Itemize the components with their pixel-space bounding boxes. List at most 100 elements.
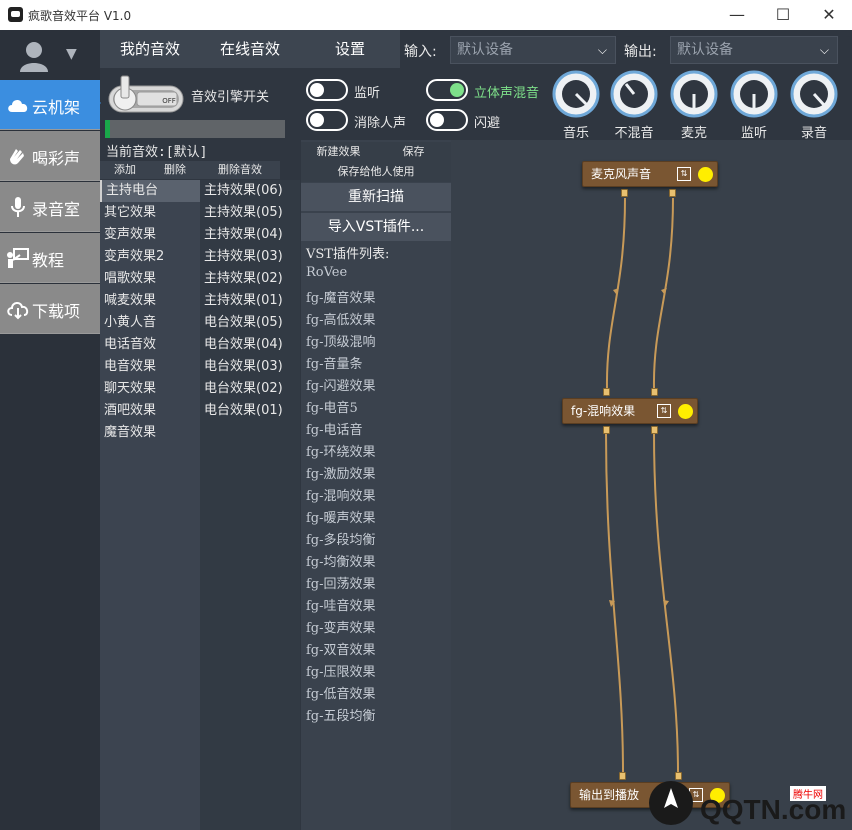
sidebar-item-downloads[interactable]: 下载项	[0, 284, 100, 334]
list-item[interactable]: fg-音量条	[306, 353, 363, 372]
graph-node-mic[interactable]: 麦克风声音 ⇅	[582, 161, 718, 187]
knob-monitor[interactable]: 监听	[726, 70, 782, 141]
tab-my-effects[interactable]: 我的音效	[100, 30, 200, 68]
list-item[interactable]: fg-均衡效果	[306, 551, 376, 570]
list-item[interactable]: 酒吧效果	[100, 400, 200, 422]
list-item[interactable]: 主持效果(06)	[200, 180, 300, 202]
list-item[interactable]: fg-激励效果	[306, 463, 376, 482]
list-item[interactable]: 喊麦效果	[100, 290, 200, 312]
list-item[interactable]: fg-压限效果	[306, 661, 376, 680]
list-item[interactable]: 其它效果	[100, 202, 200, 224]
list-item[interactable]: fg-变声效果	[306, 617, 376, 636]
graph-node-reverb[interactable]: fg-混响效果 ⇅	[562, 398, 698, 424]
list-item[interactable]: 变声效果	[100, 224, 200, 246]
list-item[interactable]: 主持电台	[100, 180, 200, 202]
import-vst-button[interactable]: 导入VST插件...	[301, 213, 451, 241]
list-item[interactable]: fg-高低效果	[306, 309, 376, 328]
vst-list-title: VST插件列表:	[306, 247, 390, 262]
delete-category-button[interactable]: 删除	[150, 161, 200, 179]
minimize-button[interactable]: —	[714, 0, 760, 30]
input-device-label: 输入:	[404, 44, 437, 60]
output-port[interactable]	[621, 189, 628, 197]
list-item[interactable]: 电话音效	[100, 334, 200, 356]
input-port[interactable]	[651, 388, 658, 396]
list-item[interactable]: fg-魔音效果	[306, 287, 376, 306]
list-item[interactable]: 主持效果(02)	[200, 268, 300, 290]
toggle-knob	[450, 83, 464, 97]
output-port[interactable]	[669, 189, 676, 197]
sidebar-item-label: 喝彩声	[32, 149, 81, 168]
list-item[interactable]: 变声效果2	[100, 246, 200, 268]
settings-sliders-icon[interactable]: ⇅	[657, 404, 671, 418]
list-item[interactable]: 魔音效果	[100, 422, 200, 444]
chevron-down-icon[interactable]: ▼	[66, 46, 77, 62]
sidebar-item-tutorial[interactable]: 教程	[0, 233, 100, 283]
list-item[interactable]: 主持效果(04)	[200, 224, 300, 246]
knob-music[interactable]: 音乐	[548, 70, 604, 141]
list-item[interactable]: fg-回荡效果	[306, 573, 376, 592]
input-port[interactable]	[603, 388, 610, 396]
list-item[interactable]: 电台效果(03)	[200, 356, 300, 378]
new-effect-button[interactable]: 新建效果	[301, 142, 376, 162]
list-item[interactable]: 主持效果(01)	[200, 290, 300, 312]
list-item[interactable]: 电台效果(01)	[200, 400, 300, 422]
list-item[interactable]: fg-电话音	[306, 419, 363, 438]
list-item[interactable]: 主持效果(03)	[200, 246, 300, 268]
settings-sliders-icon[interactable]: ⇅	[677, 167, 691, 181]
tab-online-effects[interactable]: 在线音效	[200, 30, 300, 68]
list-item[interactable]: fg-混响效果	[306, 485, 376, 504]
list-item[interactable]: 电台效果(05)	[200, 312, 300, 334]
input-device-value: 默认设备	[457, 42, 513, 58]
engine-switch-label: 音效引擎开关	[191, 90, 270, 105]
list-item[interactable]: fg-暖声效果	[306, 507, 376, 526]
knob-record[interactable]: 录音	[786, 70, 842, 141]
knob-mic[interactable]: 麦克	[666, 70, 722, 141]
list-item[interactable]: fg-顶级混响	[306, 331, 376, 350]
node-label: 输出到播放	[579, 788, 640, 802]
maximize-button[interactable]: ☐	[760, 0, 806, 30]
close-button[interactable]: ✕	[806, 0, 852, 30]
toggle-monitor[interactable]	[306, 79, 348, 101]
list-item[interactable]: fg-哇音效果	[306, 595, 376, 614]
avatar-icon[interactable]	[20, 40, 48, 72]
sidebar: ▼ 云机架 喝彩声 录音室 教程 下载项	[0, 30, 100, 830]
list-item[interactable]: 电音效果	[100, 356, 200, 378]
engine-power-switch[interactable]: OFF	[107, 74, 185, 118]
cloud-icon	[8, 99, 28, 112]
input-device-select[interactable]: 默认设备 ⌵	[450, 36, 616, 64]
toggle-ducking[interactable]	[426, 109, 468, 131]
node-label: 麦克风声音	[591, 167, 652, 181]
list-item[interactable]: fg-闪避效果	[306, 375, 376, 394]
delete-effect-button[interactable]: 删除音效	[200, 161, 280, 179]
knob-label: 不混音	[614, 126, 654, 141]
list-item[interactable]: RoVee	[306, 265, 347, 280]
list-item[interactable]: 小黄人音	[100, 312, 200, 334]
list-item[interactable]: fg-环绕效果	[306, 441, 376, 460]
list-item[interactable]: fg-电音5	[306, 397, 358, 416]
knob-no-mix[interactable]: 不混音	[606, 70, 662, 141]
list-item[interactable]: 主持效果(05)	[200, 202, 300, 224]
list-item[interactable]: 聊天效果	[100, 378, 200, 400]
list-item[interactable]: fg-低音效果	[306, 683, 376, 702]
save-for-others-button[interactable]: 保存给他人使用	[301, 162, 451, 182]
output-port[interactable]	[603, 426, 610, 434]
toggle-vocal-remove[interactable]	[306, 109, 348, 131]
toggle-stereo-mix[interactable]	[426, 79, 468, 101]
save-button[interactable]: 保存	[376, 142, 451, 162]
rescan-button[interactable]: 重新扫描	[301, 183, 451, 211]
list-item[interactable]: fg-五段均衡	[306, 705, 376, 724]
list-item[interactable]: fg-双音效果	[306, 639, 376, 658]
list-item[interactable]: fg-多段均衡	[306, 529, 376, 548]
list-item[interactable]: 唱歌效果	[100, 268, 200, 290]
sidebar-item-cloud-rack[interactable]: 云机架	[0, 80, 100, 130]
add-category-button[interactable]: 添加	[100, 161, 150, 179]
output-port[interactable]	[651, 426, 658, 434]
sidebar-item-studio[interactable]: 录音室	[0, 182, 100, 232]
output-device-select[interactable]: 默认设备 ⌵	[670, 36, 838, 64]
input-port[interactable]	[619, 772, 626, 780]
sidebar-item-applause[interactable]: 喝彩声	[0, 131, 100, 181]
list-item[interactable]: 电台效果(04)	[200, 334, 300, 356]
tab-settings[interactable]: 设置	[300, 30, 400, 68]
list-item[interactable]: 电台效果(02)	[200, 378, 300, 400]
sidebar-item-label: 录音室	[32, 200, 81, 219]
